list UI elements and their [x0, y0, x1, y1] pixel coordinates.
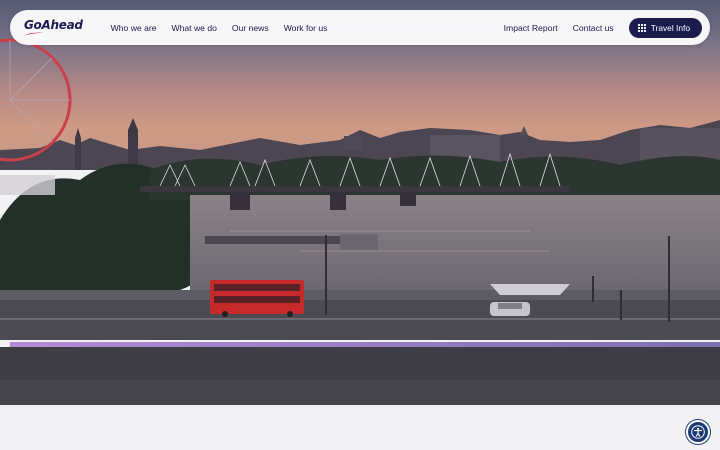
nav-link-work-for-us[interactable]: Work for us	[284, 23, 328, 33]
hero-scene	[0, 0, 720, 405]
secondary-nav-links: Impact Report Contact us	[504, 23, 614, 33]
logo-text: GoAhead	[24, 18, 83, 32]
primary-nav-links: Who we are What we do Our news Work for …	[111, 23, 328, 33]
nav-link-impact-report[interactable]: Impact Report	[504, 23, 558, 33]
travel-info-label: Travel Info	[650, 22, 690, 33]
accessibility-icon	[691, 425, 705, 439]
accessibility-button[interactable]	[686, 420, 710, 444]
nav-link-who-we-are[interactable]: Who we are	[111, 23, 157, 33]
main-navigation: GoAhead Who we are What we do Our news W…	[10, 10, 710, 45]
goahead-logo[interactable]: GoAhead	[24, 19, 83, 36]
nav-link-our-news[interactable]: Our news	[232, 23, 269, 33]
grid-icon	[637, 23, 646, 32]
logo-swoosh-icon	[24, 32, 44, 36]
nav-link-what-we-do[interactable]: What we do	[172, 23, 217, 33]
content-area	[0, 405, 720, 450]
hero-image	[0, 0, 720, 405]
nav-link-contact-us[interactable]: Contact us	[573, 23, 614, 33]
travel-info-button[interactable]: Travel Info	[628, 17, 702, 38]
